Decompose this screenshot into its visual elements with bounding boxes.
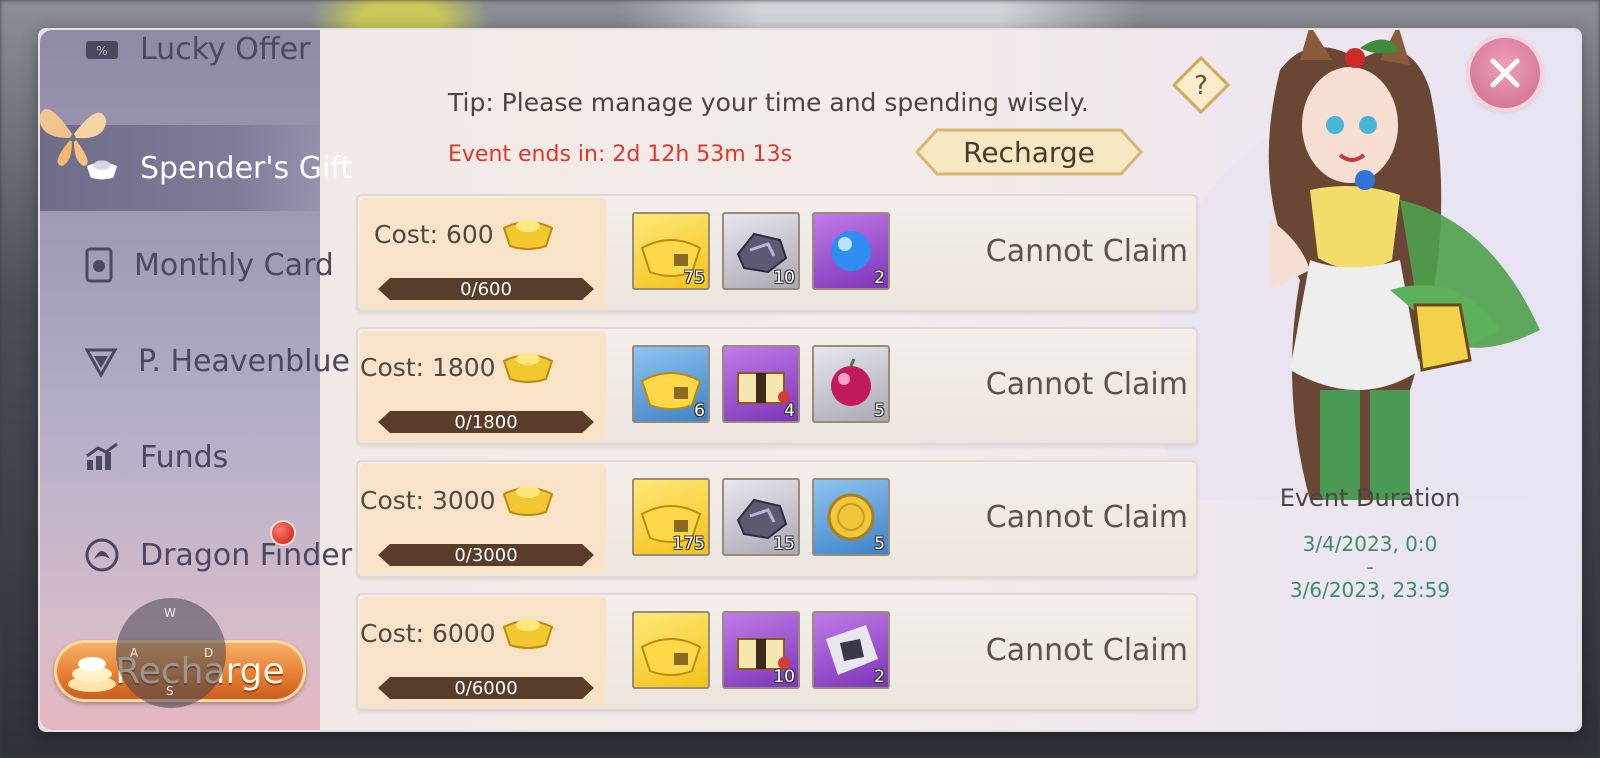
wasd-joystick[interactable]: W A D S [116, 598, 226, 708]
lucky-offer-icon: % [84, 32, 120, 68]
sidebar-item-label: Funds [140, 439, 229, 475]
locked-ingot-icon [640, 638, 702, 676]
butterfly-icon [40, 109, 106, 166]
reward-quantity: 15 [773, 534, 795, 554]
reward-quantity: 4 [784, 401, 795, 421]
reward-item-locked-ingot[interactable]: 175 [632, 478, 710, 556]
cost-box: Cost: 3000 0/3000 [360, 464, 606, 574]
tier-progress-bar: 0/600 [378, 278, 594, 300]
cost-box: Cost: 6000 0/6000 [360, 597, 606, 707]
sidebar-item-label: Spender's Gift [140, 150, 353, 186]
reward-item-coin[interactable]: 5 [812, 478, 890, 556]
dragon-icon [84, 537, 120, 573]
event-start-date: 3/4/2023, 0:0 [1302, 532, 1438, 556]
reward-item-locked-ingot[interactable] [632, 611, 710, 689]
tier-row: Cost: 1800 0/1800 6 4 5 Cannot Claim [356, 327, 1198, 445]
sidebar-item-lucky-offer[interactable]: % Lucky Offer [40, 30, 320, 74]
event-duration: Event Duration 3/4/2023, 0:0 - 3/6/2023,… [1220, 470, 1520, 602]
ingot-icon [502, 486, 554, 516]
claim-status[interactable]: Cannot Claim [986, 500, 1188, 535]
tier-progress-text: 0/3000 [454, 544, 518, 566]
cost-box: Cost: 600 0/600 [360, 198, 606, 308]
sidebar-item-label: P. Heavenblue [138, 343, 350, 379]
coin-stack-icon [68, 657, 116, 692]
reward-quantity: 6 [694, 401, 705, 421]
sidebar-item-label: Dragon Finder [140, 537, 353, 573]
ingot-icon [502, 353, 554, 383]
sidebar-item-funds[interactable]: Funds [40, 414, 320, 500]
tier-cost: Cost: 6000 [360, 619, 496, 648]
reward-quantity: 10 [773, 667, 795, 687]
close-button[interactable] [1470, 38, 1540, 108]
close-icon [1490, 58, 1520, 88]
reward-quantity: 2 [874, 268, 885, 288]
joystick-down-label: S [166, 684, 174, 698]
event-countdown: Event ends in: 2d 12h 53m 13s [448, 142, 793, 167]
joystick-right-label: D [204, 646, 214, 660]
reward-quantity: 5 [874, 534, 885, 554]
joystick-up-label: W [164, 606, 176, 620]
tier-cost: Cost: 1800 [360, 353, 496, 382]
reward-item-ore[interactable]: 10 [722, 212, 800, 290]
claim-status[interactable]: Cannot Claim [986, 234, 1188, 269]
card-icon [84, 247, 114, 283]
spenders-gift-panel: % Lucky Offer Spender's Gift Monthly Car… [40, 30, 1580, 730]
reward-quantity: 2 [874, 667, 885, 687]
reward-item-blue-orb[interactable]: 2 [812, 212, 890, 290]
ingot-icon [502, 619, 554, 649]
sidebar-item-label: Lucky Offer [140, 31, 311, 67]
reward-item-locked-ingot[interactable]: 6 [632, 345, 710, 423]
tier-row: Cost: 6000 0/6000 10 2 Cannot Claim [356, 593, 1198, 711]
sidebar-item-heavenblue[interactable]: P. Heavenblue [40, 318, 350, 404]
recharge-button-label: Recharge [963, 135, 1095, 169]
event-duration-title: Event Duration [1279, 484, 1461, 512]
reward-item-chest[interactable]: 4 [722, 345, 800, 423]
gem-shield-icon [84, 343, 118, 379]
tier-cost: Cost: 3000 [360, 486, 496, 515]
joystick-left-label: A [130, 646, 139, 660]
reward-item-dark-shard[interactable]: 2 [812, 611, 890, 689]
reward-item-chest[interactable]: 10 [722, 611, 800, 689]
tier-row: Cost: 600 0/600 75 10 2 Cannot Claim [356, 194, 1198, 312]
tier-progress-text: 0/1800 [454, 411, 518, 433]
tier-progress-bar: 0/6000 [378, 677, 594, 699]
reward-item-red-orb[interactable]: 5 [812, 345, 890, 423]
tier-cost: Cost: 600 [374, 220, 494, 249]
reward-item-ore[interactable]: 15 [722, 478, 800, 556]
reward-item-locked-ingot[interactable]: 75 [632, 212, 710, 290]
tier-row: Cost: 3000 0/3000 175 15 5 Cannot Claim [356, 460, 1198, 578]
ingot-icon [502, 220, 554, 250]
sidebar-item-monthly-card[interactable]: Monthly Card [40, 222, 334, 308]
claim-status[interactable]: Cannot Claim [986, 367, 1188, 402]
date-separator: - [1366, 555, 1374, 579]
tier-progress-text: 0/6000 [454, 677, 518, 699]
tier-progress-text: 0/600 [460, 278, 512, 300]
reward-quantity: 10 [773, 268, 795, 288]
chart-up-icon [84, 439, 120, 475]
claim-status[interactable]: Cannot Claim [986, 633, 1188, 668]
reward-quantity: 5 [874, 401, 885, 421]
reward-quantity: 175 [672, 534, 705, 554]
tip-text: Tip: Please manage your time and spendin… [448, 88, 1089, 117]
tier-progress-bar: 0/3000 [378, 544, 594, 566]
cost-box: Cost: 1800 0/1800 [360, 331, 606, 441]
sidebar-item-label: Monthly Card [134, 247, 334, 283]
reward-quantity: 75 [683, 268, 705, 288]
notification-badge [272, 522, 294, 544]
event-end-date: 3/6/2023, 23:59 [1289, 578, 1451, 602]
tier-progress-bar: 0/1800 [378, 411, 594, 433]
recharge-button[interactable]: Recharge [915, 128, 1143, 176]
svg-text:%: % [96, 44, 107, 58]
